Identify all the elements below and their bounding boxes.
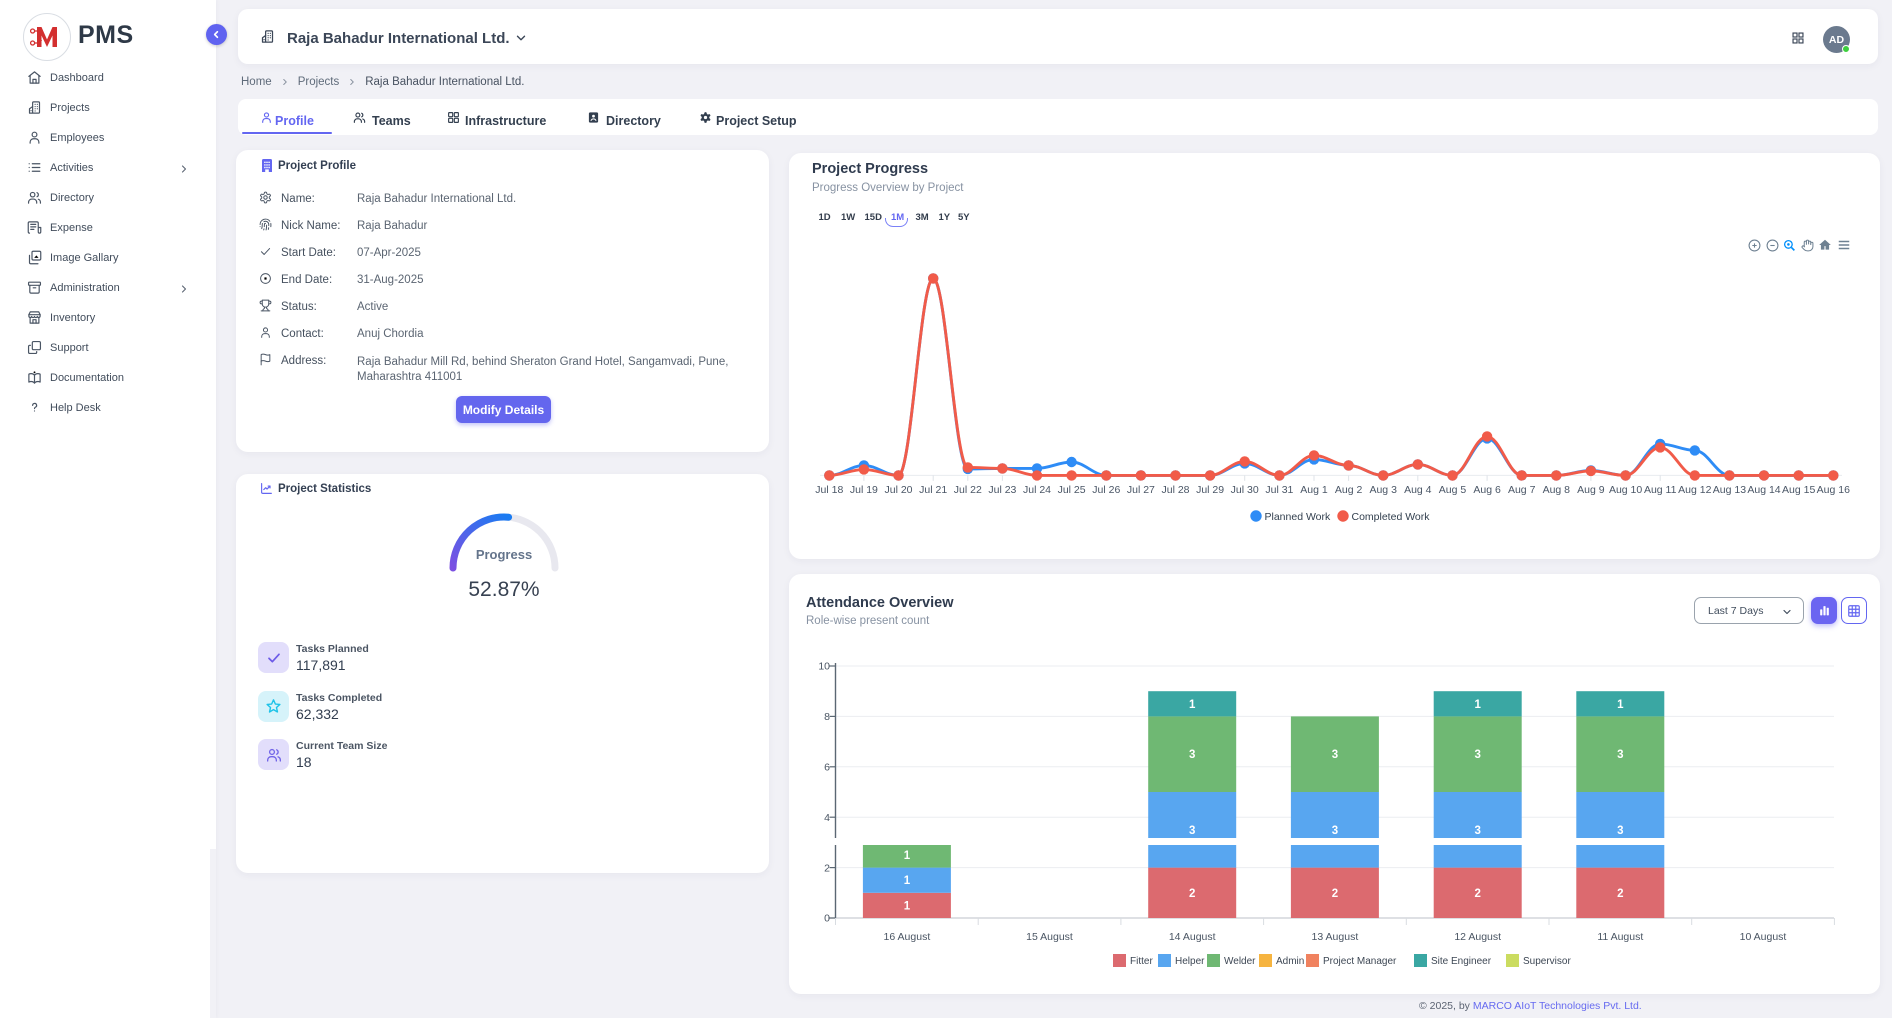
svg-text:1: 1 <box>904 850 911 862</box>
svg-text:3: 3 <box>1332 749 1338 761</box>
svg-text:3: 3 <box>1474 825 1480 837</box>
svg-text:11 August: 11 August <box>1597 931 1643 943</box>
svg-text:15 August: 15 August <box>1026 931 1073 943</box>
svg-text:3: 3 <box>1189 825 1195 837</box>
svg-text:Site Engineer: Site Engineer <box>1431 956 1492 967</box>
svg-text:1: 1 <box>904 900 911 912</box>
svg-text:2: 2 <box>1189 888 1195 900</box>
svg-text:3: 3 <box>1474 749 1480 761</box>
svg-text:12 August: 12 August <box>1454 931 1501 943</box>
svg-text:Helper: Helper <box>1175 956 1205 967</box>
svg-text:6: 6 <box>824 762 830 774</box>
svg-text:1: 1 <box>1617 699 1624 711</box>
svg-text:Admin: Admin <box>1276 956 1304 967</box>
svg-text:Welder: Welder <box>1224 956 1256 967</box>
svg-text:14 August: 14 August <box>1169 931 1216 943</box>
svg-text:3: 3 <box>1617 749 1623 761</box>
svg-text:3: 3 <box>1332 825 1338 837</box>
svg-text:2: 2 <box>1474 888 1480 900</box>
svg-text:16 August: 16 August <box>884 931 931 943</box>
svg-text:4: 4 <box>824 812 830 824</box>
svg-text:13 August: 13 August <box>1312 931 1359 943</box>
svg-text:2: 2 <box>1617 888 1623 900</box>
svg-text:Project Manager: Project Manager <box>1323 956 1397 967</box>
svg-text:0: 0 <box>824 913 830 925</box>
svg-text:1: 1 <box>904 875 911 887</box>
svg-text:10 August: 10 August <box>1740 931 1787 943</box>
svg-text:8: 8 <box>824 711 830 723</box>
svg-text:2: 2 <box>824 862 830 874</box>
svg-text:1: 1 <box>1474 699 1481 711</box>
svg-text:1: 1 <box>1189 699 1196 711</box>
svg-text:3: 3 <box>1617 825 1623 837</box>
svg-text:3: 3 <box>1189 749 1195 761</box>
svg-text:2: 2 <box>1332 888 1338 900</box>
svg-text:Supervisor: Supervisor <box>1523 956 1571 967</box>
svg-text:10: 10 <box>818 661 830 673</box>
svg-text:Fitter: Fitter <box>1130 956 1153 967</box>
